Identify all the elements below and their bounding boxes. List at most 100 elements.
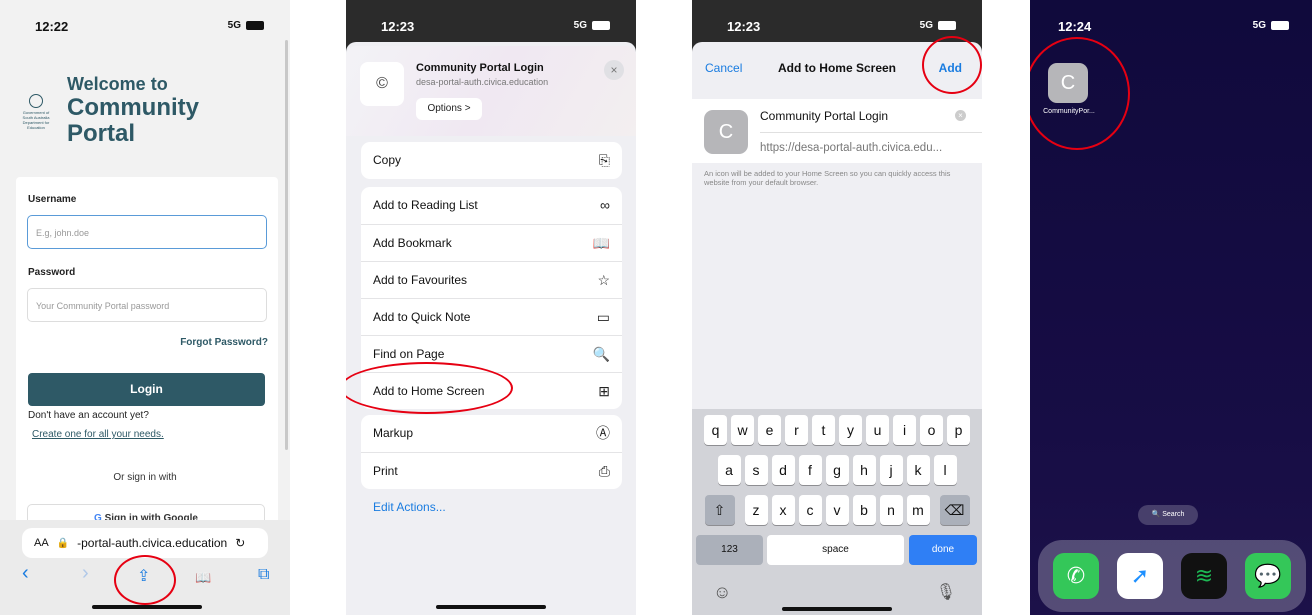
status-bar: 12:23 5G — [692, 0, 982, 44]
shift-key[interactable]: ⇧ — [704, 495, 735, 525]
login-card: Username E.g, john.doe Password Your Com… — [16, 177, 278, 537]
key-z[interactable]: z — [744, 495, 768, 525]
signal-indicator: 5G — [574, 20, 610, 31]
edit-actions-link[interactable]: Edit Actions... — [373, 500, 446, 514]
share-title: Community Portal Login — [416, 62, 544, 74]
key-h[interactable]: h — [852, 455, 876, 485]
network-label: 5G — [227, 20, 241, 31]
key-t[interactable]: t — [812, 415, 835, 445]
back-icon[interactable]: ‹ — [22, 562, 29, 585]
keyboard: qwertyuiop asdfghjkl ⇧ z x c v b n m ⌫ 123 space… — [692, 409, 982, 615]
key-i[interactable]: i — [893, 415, 916, 445]
nav-bar: Cancel Add to Home Screen Add — [692, 42, 982, 94]
key-f[interactable]: f — [798, 455, 822, 485]
microphone-icon[interactable]: 🎙 — [936, 582, 956, 602]
key-row-1: qwertyuiop — [692, 415, 982, 445]
spotify-icon[interactable]: ≋ — [1181, 553, 1227, 599]
key-u[interactable]: u — [866, 415, 889, 445]
key-y[interactable]: y — [839, 415, 862, 445]
welcome-heading: Welcome to Community Portal — [67, 73, 199, 147]
welcome-line-2: Community — [67, 94, 199, 121]
menu-item-find-on-page[interactable]: Find on Page 🔍 — [361, 335, 622, 372]
address-bar[interactable]: AA 🔒 -portal-auth.civica.education ↻ — [22, 528, 268, 558]
scrollbar[interactable] — [285, 40, 288, 450]
key-p[interactable]: p — [947, 415, 970, 445]
key-n[interactable]: n — [879, 495, 903, 525]
key-e[interactable]: e — [758, 415, 781, 445]
done-key[interactable]: done — [909, 535, 977, 565]
reload-icon[interactable]: ↻ — [235, 536, 245, 550]
home-search-button[interactable]: 🔍 Search — [1138, 505, 1198, 525]
menu-item-label: Print — [373, 464, 398, 478]
key-v[interactable]: v — [825, 495, 849, 525]
reader-aa-button[interactable]: AA — [34, 537, 49, 549]
menu-item-add-to-favourites[interactable]: Add to Favourites ☆ — [361, 261, 622, 298]
bookmarks-icon[interactable]: 📖 — [195, 570, 211, 586]
delete-key[interactable]: ⌫ — [939, 495, 970, 525]
emoji-icon[interactable]: ☺ — [713, 582, 731, 603]
menu-item-add-to-quick-note[interactable]: Add to Quick Note ▭ — [361, 298, 622, 335]
key-row-3: ⇧ z x c v b n m ⌫ — [692, 495, 982, 525]
forgot-password-link[interactable]: Forgot Password? — [180, 337, 268, 348]
menu-item-add-to-home-screen[interactable]: Add to Home Screen ⊞ — [361, 372, 622, 409]
status-time: 12:22 — [35, 19, 69, 34]
login-button[interactable]: Login — [28, 373, 265, 406]
key-s[interactable]: s — [744, 455, 768, 485]
key-b[interactable]: b — [852, 495, 876, 525]
safari-icon[interactable]: ➚ — [1117, 553, 1163, 599]
password-label: Password — [28, 267, 76, 278]
share-icon[interactable]: ⇪ — [137, 566, 150, 586]
community-portal-app-icon[interactable]: C — [1048, 63, 1088, 103]
key-x[interactable]: x — [771, 495, 795, 525]
menu-item-label: Add Bookmark — [373, 236, 452, 250]
key-g[interactable]: g — [825, 455, 849, 485]
key-q[interactable]: q — [704, 415, 727, 445]
key-a[interactable]: a — [717, 455, 741, 485]
phone-share-sheet: 12:23 5G © Community Portal Login desa-p… — [346, 0, 636, 615]
phone-login-screen: 12:22 5G Government of South Australia D… — [0, 0, 290, 615]
status-bar: 12:23 5G — [346, 0, 636, 44]
messages-icon[interactable]: 💬 — [1245, 553, 1291, 599]
menu-item-markup[interactable]: Markup Ⓐ — [361, 415, 622, 452]
clear-icon[interactable]: × — [955, 110, 966, 121]
app-name-field[interactable]: Community Portal Login — [760, 109, 888, 123]
share-group-copy: Copy ⎘ — [361, 142, 622, 179]
key-j[interactable]: j — [879, 455, 903, 485]
key-c[interactable]: c — [798, 495, 822, 525]
options-button[interactable]: Options > — [416, 98, 482, 120]
or-sign-in-text: Or sign in with — [113, 472, 177, 483]
markup-icon: Ⓐ — [596, 425, 610, 441]
key-m[interactable]: m — [906, 495, 930, 525]
share-subtitle: desa-portal-auth.civica.education — [416, 77, 549, 87]
welcome-line-1: Welcome to — [67, 74, 168, 94]
password-input[interactable]: Your Community Portal password — [27, 288, 267, 322]
add-button[interactable]: Add — [939, 61, 962, 75]
menu-item-add-bookmark[interactable]: Add Bookmark 📖 — [361, 224, 622, 261]
username-input[interactable]: E.g, john.doe — [27, 215, 267, 249]
phone-icon[interactable]: ✆ — [1053, 553, 1099, 599]
numbers-key[interactable]: 123 — [696, 535, 763, 565]
add-to-home-screen-icon: ⊞ — [598, 383, 610, 399]
battery-icon — [592, 21, 610, 30]
home-indicator — [92, 605, 202, 609]
key-l[interactable]: l — [933, 455, 957, 485]
menu-item-label: Copy — [373, 153, 402, 167]
key-r[interactable]: r — [785, 415, 808, 445]
menu-item-add-to-reading-list[interactable]: Add to Reading List ∞ — [361, 187, 622, 224]
key-d[interactable]: d — [771, 455, 795, 485]
status-time: 12:24 — [1058, 19, 1092, 34]
forward-icon[interactable]: › — [82, 562, 89, 585]
menu-item-copy[interactable]: Copy ⎘ — [361, 142, 622, 179]
close-icon[interactable]: × — [604, 60, 624, 80]
copy-icon: ⎘ — [598, 152, 610, 168]
home-indicator — [436, 605, 546, 609]
key-w[interactable]: w — [731, 415, 754, 445]
tabs-icon[interactable]: ⧉ — [258, 566, 269, 584]
menu-item-label: Add to Favourites — [373, 273, 468, 287]
space-key[interactable]: space — [767, 535, 904, 565]
menu-item-print[interactable]: Print ⎙ — [361, 452, 622, 489]
create-account-link[interactable]: Create one for all your needs. — [32, 429, 164, 440]
key-k[interactable]: k — [906, 455, 930, 485]
key-o[interactable]: o — [920, 415, 943, 445]
app-icon-label: CommunityPor... — [1043, 108, 1095, 115]
